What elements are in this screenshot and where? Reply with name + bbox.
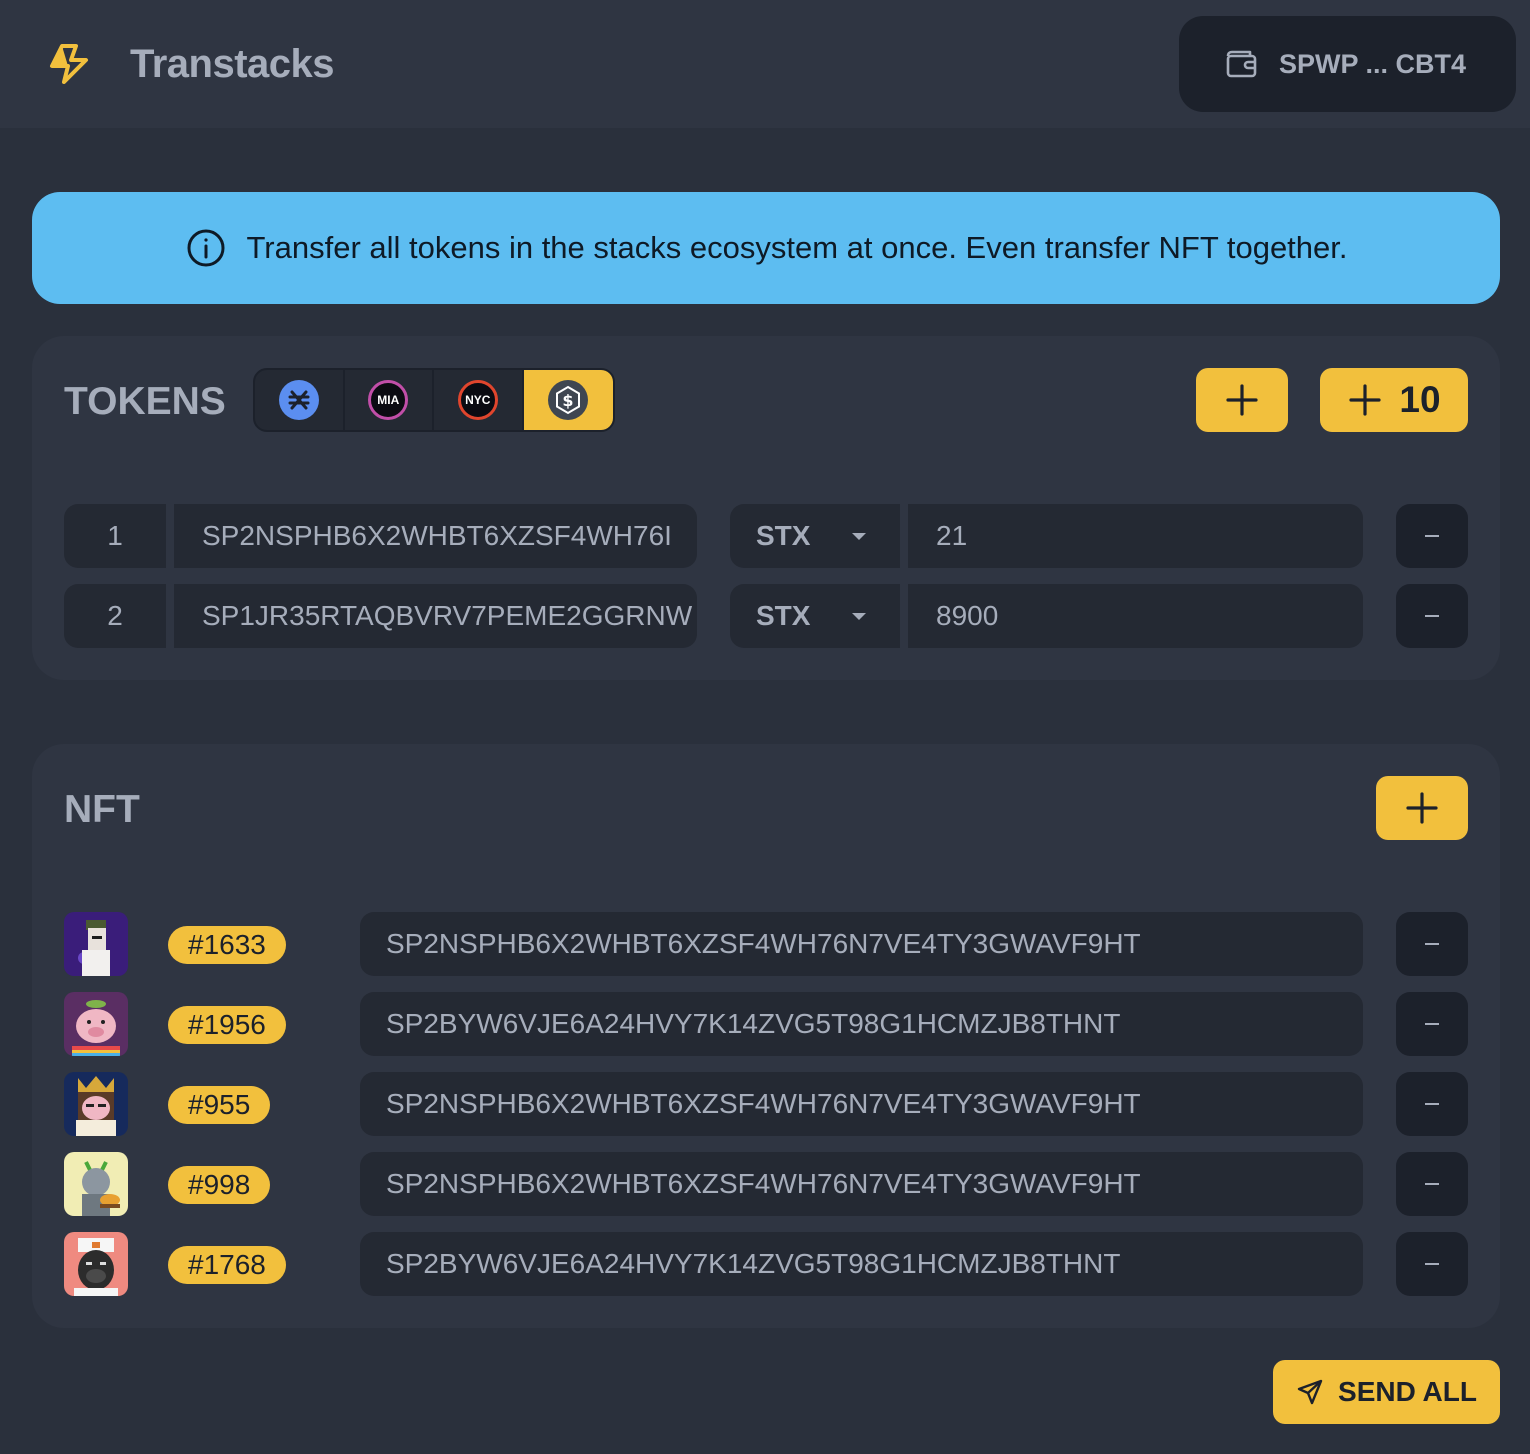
- nft-id-badge: #1768: [168, 1246, 286, 1284]
- nft-recipient-input[interactable]: SP2NSPHB6X2WHBT6XZSF4WH76N7VE4TY3GWAVF9H…: [360, 1072, 1363, 1136]
- tokens-card: TOKENS MIA NYC $ 10 1 SP2NSPHB6X2WHBT6XZ…: [32, 336, 1500, 680]
- chevron-down-icon: [852, 533, 866, 540]
- minus-icon: [1425, 1103, 1439, 1105]
- nft-row: #1768 SP2BYW6VJE6A24HVY7K14ZVG5T98G1HCMZ…: [64, 1232, 1468, 1296]
- tab-stx[interactable]: [255, 370, 345, 430]
- add-nft-button[interactable]: [1376, 776, 1468, 840]
- row-index: 2: [64, 584, 166, 648]
- remove-nft-button[interactable]: [1396, 1072, 1468, 1136]
- banner-text: Transfer all tokens in the stacks ecosys…: [246, 230, 1348, 265]
- nft-thumbnail: [64, 912, 128, 976]
- nft-recipient-input[interactable]: SP2BYW6VJE6A24HVY7K14ZVG5T98G1HCMZJB8THN…: [360, 992, 1363, 1056]
- minus-icon: [1425, 1023, 1439, 1025]
- nft-row: #998 SP2NSPHB6X2WHBT6XZSF4WH76N7VE4TY3GW…: [64, 1152, 1468, 1216]
- amount-input[interactable]: 21: [908, 504, 1363, 568]
- token-row: 1 SP2NSPHB6X2WHBT6XZSF4WH76I STX 21: [64, 504, 1468, 568]
- wallet-address-label: SPWP ... CBT4: [1279, 48, 1467, 79]
- svg-text:$: $: [563, 391, 574, 410]
- remove-nft-button[interactable]: [1396, 1152, 1468, 1216]
- usd-coin-icon: $: [548, 380, 589, 420]
- nft-thumbnail: [64, 1072, 128, 1136]
- add-ten-label: 10: [1399, 379, 1441, 420]
- send-icon: [1297, 1379, 1323, 1405]
- mia-coin-icon: MIA: [368, 380, 409, 420]
- send-all-button[interactable]: SEND ALL: [1273, 1360, 1500, 1424]
- nft-card: NFT #1633 SP2NSPHB6X2WHBT6XZSF4WH76N7VE4…: [32, 744, 1500, 1328]
- nft-thumbnail: [64, 992, 128, 1056]
- minus-icon: [1425, 943, 1439, 945]
- add-ten-rows-button[interactable]: 10: [1320, 368, 1468, 432]
- nft-thumbnail: [64, 1152, 128, 1216]
- tokens-title: TOKENS: [64, 380, 226, 423]
- token-select[interactable]: STX: [730, 584, 900, 648]
- token-select[interactable]: STX: [730, 504, 900, 568]
- nft-row: #1956 SP2BYW6VJE6A24HVY7K14ZVG5T98G1HCMZ…: [64, 992, 1468, 1056]
- minus-icon: [1425, 615, 1439, 617]
- nft-recipient-input[interactable]: SP2NSPHB6X2WHBT6XZSF4WH76N7VE4TY3GWAVF9H…: [360, 912, 1363, 976]
- token-selector: MIA NYC $: [253, 368, 615, 432]
- nft-id-badge: #1633: [168, 926, 286, 964]
- nft-id-badge: #1956: [168, 1006, 286, 1044]
- nft-id-badge: #998: [168, 1166, 271, 1204]
- token-row: 2 SP1JR35RTAQBVRV7PEME2GGRNW STX 8900: [64, 584, 1468, 648]
- info-icon: [187, 229, 224, 267]
- tab-mia[interactable]: MIA: [345, 370, 434, 430]
- minus-icon: [1425, 535, 1439, 537]
- nft-thumbnail: [64, 1232, 128, 1296]
- wallet-icon: [1226, 50, 1257, 78]
- remove-nft-button[interactable]: [1396, 992, 1468, 1056]
- recipient-address-input[interactable]: SP1JR35RTAQBVRV7PEME2GGRNW: [174, 584, 697, 648]
- tab-usd[interactable]: $: [523, 370, 613, 430]
- nft-row: #1633 SP2NSPHB6X2WHBT6XZSF4WH76N7VE4TY3G…: [64, 912, 1468, 976]
- chevron-down-icon: [852, 613, 866, 620]
- add-token-row-button[interactable]: [1196, 368, 1288, 432]
- nft-title: NFT: [64, 788, 140, 831]
- stx-coin-icon: [278, 380, 319, 420]
- remove-nft-button[interactable]: [1396, 1232, 1468, 1296]
- amount-input[interactable]: 8900: [908, 584, 1363, 648]
- plus-icon: [1349, 384, 1382, 416]
- tab-nyc[interactable]: NYC: [434, 370, 524, 430]
- minus-icon: [1425, 1183, 1439, 1185]
- top-navbar: Transtacks SPWP ... CBT4: [0, 0, 1530, 128]
- remove-row-button[interactable]: [1396, 584, 1468, 648]
- nft-recipient-input[interactable]: SP2NSPHB6X2WHBT6XZSF4WH76N7VE4TY3GWAVF9H…: [360, 1152, 1363, 1216]
- nyc-coin-icon: NYC: [457, 380, 498, 420]
- info-banner: Transfer all tokens in the stacks ecosys…: [32, 192, 1500, 304]
- wallet-button[interactable]: SPWP ... CBT4: [1179, 16, 1516, 112]
- plus-icon: [1226, 384, 1258, 416]
- nft-recipient-input[interactable]: SP2BYW6VJE6A24HVY7K14ZVG5T98G1HCMZJB8THN…: [360, 1232, 1363, 1296]
- recipient-address-input[interactable]: SP2NSPHB6X2WHBT6XZSF4WH76I: [174, 504, 697, 568]
- nft-row: #955 SP2NSPHB6X2WHBT6XZSF4WH76N7VE4TY3GW…: [64, 1072, 1468, 1136]
- remove-row-button[interactable]: [1396, 504, 1468, 568]
- app-title: Transtacks: [130, 42, 335, 86]
- row-index: 1: [64, 504, 166, 568]
- nft-id-badge: #955: [168, 1086, 271, 1124]
- lightning-bolt-icon: [50, 44, 88, 84]
- minus-icon: [1425, 1263, 1439, 1265]
- plus-icon: [1406, 792, 1438, 824]
- send-all-label: SEND ALL: [1338, 1376, 1477, 1407]
- remove-nft-button[interactable]: [1396, 912, 1468, 976]
